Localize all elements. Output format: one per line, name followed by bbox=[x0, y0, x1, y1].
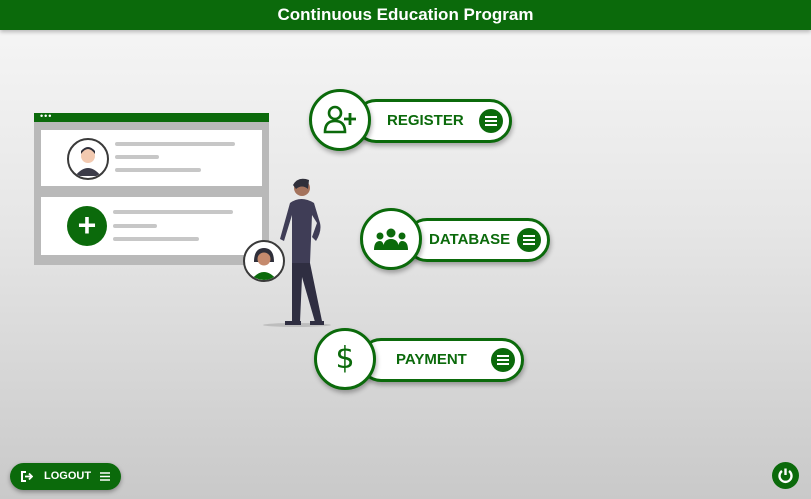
window-title-bar: ••• bbox=[34, 111, 269, 122]
list-icon bbox=[517, 228, 541, 252]
payment-button[interactable]: $ PAYMENT bbox=[314, 328, 524, 390]
database-label: DATABASE bbox=[429, 231, 511, 248]
list-icon bbox=[479, 109, 503, 133]
power-button[interactable] bbox=[772, 462, 799, 489]
logout-button[interactable]: LOGOUT bbox=[10, 463, 121, 490]
power-icon bbox=[778, 468, 793, 483]
add-user-icon bbox=[309, 89, 371, 151]
text-line bbox=[113, 224, 157, 228]
text-line bbox=[113, 237, 199, 241]
user-avatar-icon bbox=[67, 138, 109, 180]
menu-icon bbox=[100, 472, 110, 481]
person-illustration bbox=[263, 178, 331, 327]
database-button[interactable]: DATABASE bbox=[360, 208, 550, 270]
users-group-icon bbox=[360, 208, 422, 270]
plus-icon: + bbox=[67, 206, 107, 246]
dollar-icon: $ bbox=[314, 328, 376, 390]
register-button[interactable]: REGISTER bbox=[309, 89, 512, 151]
text-line bbox=[115, 168, 201, 172]
page-title: Continuous Education Program bbox=[277, 5, 534, 24]
list-icon bbox=[491, 348, 515, 372]
window-dots-icon: ••• bbox=[40, 111, 53, 121]
logout-label: LOGOUT bbox=[44, 470, 92, 482]
profile-card bbox=[41, 130, 262, 186]
register-label: REGISTER bbox=[387, 112, 464, 129]
app-header: Continuous Education Program bbox=[0, 0, 811, 30]
illustration-window: ••• + bbox=[34, 111, 269, 265]
payment-label: PAYMENT bbox=[396, 351, 467, 368]
sign-out-icon bbox=[21, 471, 33, 482]
text-line bbox=[115, 142, 235, 146]
text-line bbox=[113, 210, 233, 214]
add-card: + bbox=[41, 197, 262, 255]
text-line bbox=[115, 155, 159, 159]
